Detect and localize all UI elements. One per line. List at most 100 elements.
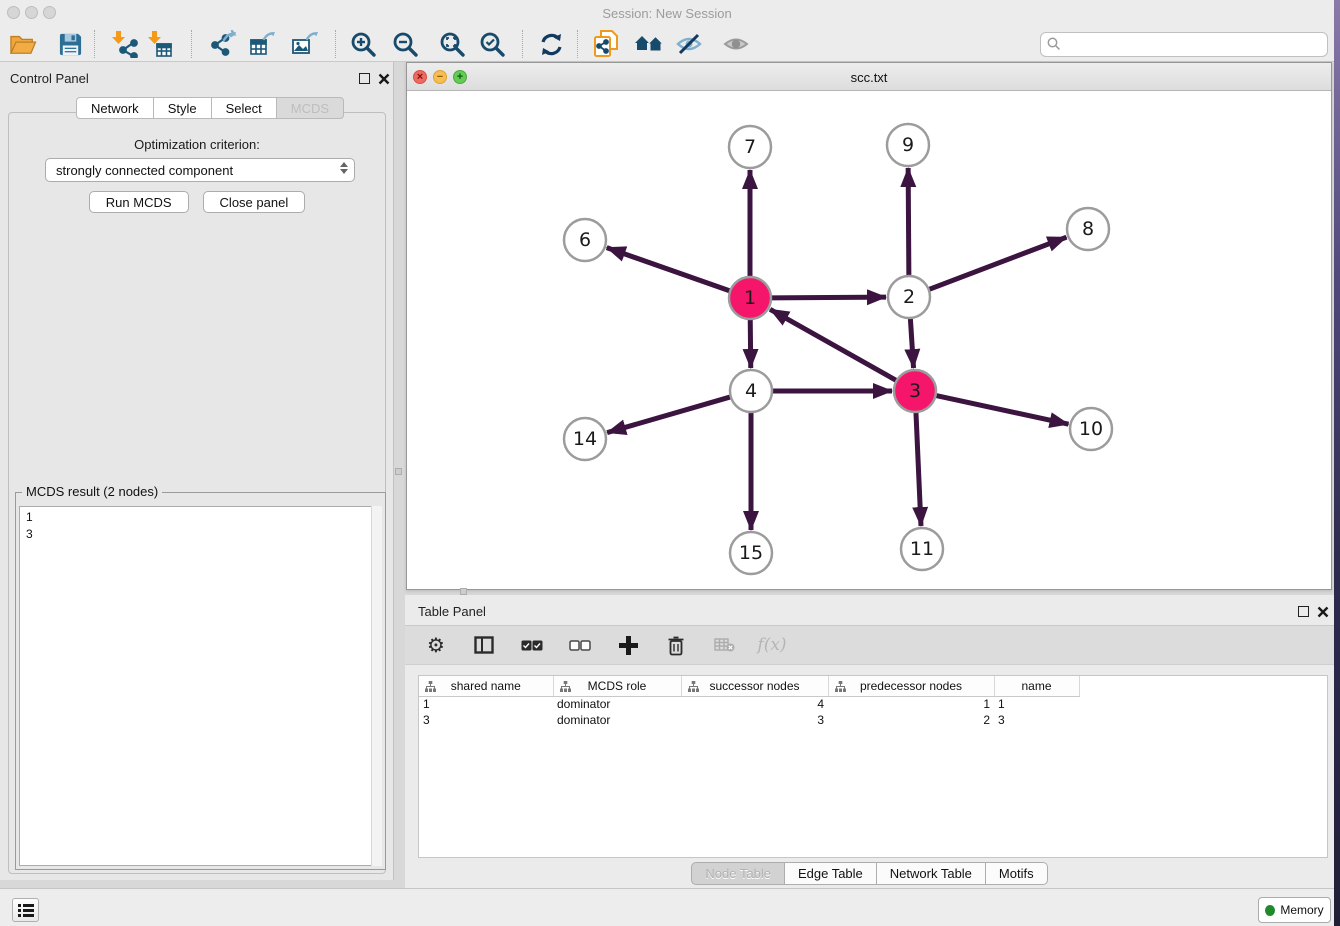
edge-2-8[interactable] [929, 237, 1067, 289]
column-header-predecessor-nodes[interactable]: predecessor nodes [828, 676, 994, 696]
network-view-title: scc.txt [407, 70, 1331, 85]
delete-column-trash-icon[interactable] [663, 632, 689, 658]
close-panel-button[interactable]: Close panel [203, 191, 306, 213]
open-session-icon[interactable] [8, 29, 38, 59]
hierarchy-icon [425, 681, 436, 695]
node-8-label: 8 [1082, 218, 1094, 240]
zoom-in-icon[interactable] [348, 29, 378, 59]
add-column-icon[interactable] [615, 632, 641, 658]
app-titlebar: Session: New Session [0, 0, 1334, 27]
tab-style[interactable]: Style [154, 97, 212, 119]
column-header-mcds-role[interactable]: MCDS role [553, 676, 681, 696]
toolbar-separator [522, 30, 523, 58]
table-row[interactable]: 3 dominator 3 2 3 [419, 712, 1079, 728]
tab-edge-table[interactable]: Edge Table [785, 862, 877, 885]
hierarchy-icon [835, 681, 846, 695]
edge-2-9[interactable] [908, 168, 909, 276]
table-toolbar: ⚙ [405, 625, 1334, 665]
network-graph[interactable]: 1234678910111415 [407, 91, 1331, 589]
hierarchy-icon [560, 681, 571, 695]
network-view-window: × − + scc.txt 1234678910111415 [406, 62, 1332, 590]
tab-motifs[interactable]: Motifs [986, 862, 1048, 885]
edge-2-3[interactable] [910, 318, 913, 368]
cell-predecessor-nodes[interactable]: 1 [828, 696, 994, 712]
zoom-fit-icon[interactable] [437, 29, 467, 59]
cell-successor-nodes[interactable]: 3 [681, 712, 828, 728]
tab-select[interactable]: Select [212, 97, 277, 119]
delete-table-icon [711, 632, 737, 658]
show-column-panel-icon[interactable] [471, 632, 497, 658]
float-panel-icon[interactable] [359, 73, 370, 84]
close-panel-icon[interactable] [1317, 606, 1329, 618]
tab-network-table[interactable]: Network Table [877, 862, 986, 885]
node-14-label: 14 [573, 428, 597, 450]
cell-mcds-role[interactable]: dominator [553, 696, 681, 712]
network-canvas[interactable]: 1234678910111415 [407, 91, 1331, 589]
float-panel-icon[interactable] [1298, 606, 1309, 617]
tab-node-table[interactable]: Node Table [691, 862, 785, 885]
edge-1-2[interactable] [771, 297, 886, 298]
refresh-view-icon[interactable] [536, 29, 566, 59]
edge-1-6[interactable] [607, 248, 730, 291]
save-session-icon[interactable] [55, 29, 85, 59]
edge-3-11[interactable] [916, 412, 921, 526]
optimization-criterion-select[interactable]: strongly connected component [45, 158, 355, 182]
column-header-name[interactable]: name [994, 676, 1079, 696]
workspace: Control Panel Network Style Select MCDS … [0, 62, 1334, 888]
tab-mcds[interactable]: MCDS [277, 97, 344, 119]
export-network-icon[interactable] [209, 29, 239, 59]
node-15-label: 15 [739, 542, 763, 564]
zoom-out-icon[interactable] [390, 29, 420, 59]
edge-3-10[interactable] [936, 395, 1069, 424]
search-input[interactable] [1040, 32, 1328, 57]
network-window-titlebar[interactable]: × − + scc.txt [407, 63, 1331, 91]
table-row[interactable]: 1 dominator 4 1 1 [419, 696, 1079, 712]
column-header-shared-name[interactable]: shared name [419, 676, 553, 696]
edge-3-1[interactable] [770, 309, 897, 380]
node-11-label: 11 [910, 538, 934, 560]
table-panel-header: Table Panel [405, 595, 1334, 625]
deselect-all-columns-icon[interactable] [567, 632, 593, 658]
cell-predecessor-nodes[interactable]: 2 [828, 712, 994, 728]
tab-network[interactable]: Network [76, 97, 154, 119]
node-table[interactable]: shared name MCDS role succ [418, 675, 1328, 858]
import-table-icon[interactable] [145, 29, 175, 59]
home-layout-icon[interactable] [634, 29, 664, 59]
main-toolbar [0, 27, 1334, 62]
result-scrollbar[interactable] [371, 506, 382, 866]
memory-status-icon [1265, 905, 1275, 916]
clone-network-icon[interactable] [591, 29, 621, 59]
edge-1-4[interactable] [750, 319, 751, 368]
hierarchy-icon [688, 681, 699, 695]
node-6-label: 6 [579, 229, 591, 251]
desktop-wallpaper [1334, 0, 1340, 926]
edge-4-14[interactable] [607, 397, 731, 433]
cell-mcds-role[interactable]: dominator [553, 712, 681, 728]
cell-shared-name[interactable]: 1 [419, 696, 553, 712]
run-mcds-button[interactable]: Run MCDS [89, 191, 189, 213]
mcds-result-title: MCDS result (2 nodes) [22, 484, 162, 499]
select-all-columns-icon[interactable] [519, 632, 545, 658]
split-divider-grip[interactable] [395, 468, 402, 475]
status-bar: Memory [0, 888, 1334, 926]
column-header-successor-nodes[interactable]: successor nodes [681, 676, 828, 696]
control-panel: Control Panel Network Style Select MCDS … [0, 62, 394, 880]
zoom-selected-icon[interactable] [477, 29, 507, 59]
hide-selected-eye-icon[interactable] [674, 29, 704, 59]
memory-button[interactable]: Memory [1258, 897, 1331, 923]
table-settings-gear-icon[interactable]: ⚙ [423, 632, 449, 658]
search-icon [1047, 37, 1061, 56]
function-builder-icon: f(x) [759, 632, 785, 658]
cell-name[interactable]: 3 [994, 712, 1079, 728]
close-panel-icon[interactable] [378, 73, 390, 85]
split-divider-grip[interactable] [460, 588, 467, 595]
export-image-icon[interactable] [290, 29, 320, 59]
node-1-label: 1 [744, 287, 756, 309]
export-table-icon[interactable] [248, 29, 278, 59]
cell-shared-name[interactable]: 3 [419, 712, 553, 728]
cell-name[interactable]: 1 [994, 696, 1079, 712]
cell-successor-nodes[interactable]: 4 [681, 696, 828, 712]
task-history-button[interactable] [12, 898, 39, 922]
mcds-result-list[interactable]: 1 3 [19, 506, 382, 866]
import-network-icon[interactable] [109, 29, 139, 59]
